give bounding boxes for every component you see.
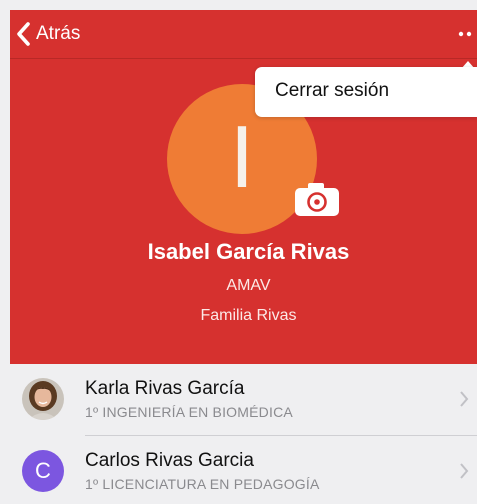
profile-header: Atrás I Isabel García Rivas AMAV Familia… — [10, 10, 477, 364]
list-item-karla[interactable]: Karla Rivas García 1º INGENIERÍA EN BIOM… — [10, 364, 477, 436]
child-name: Carlos Rivas Garcia — [85, 450, 254, 471]
logout-label: Cerrar sesión — [275, 80, 390, 101]
profile-organization: AMAV — [226, 277, 271, 294]
profile-family: Familia Rivas — [200, 307, 297, 324]
list-item-carlos[interactable]: C Carlos Rivas Garcia 1º LICENCIATURA EN… — [10, 436, 477, 504]
profile-name: Isabel García Rivas — [147, 239, 350, 264]
child-photo-avatar — [22, 378, 64, 420]
camera-icon[interactable] — [294, 181, 340, 217]
back-label: Atrás — [36, 23, 81, 44]
chevron-right-icon — [460, 391, 469, 407]
chevron-left-icon — [17, 22, 30, 46]
children-list: Karla Rivas García 1º INGENIERÍA EN BIOM… — [10, 364, 477, 504]
child-letter-avatar: C — [22, 450, 64, 492]
child-program: 1º INGENIERÍA EN BIOMÉDICA — [85, 404, 293, 420]
more-icon[interactable] — [457, 24, 473, 44]
chevron-right-icon — [460, 463, 469, 479]
logout-menu-item[interactable]: Cerrar sesión — [255, 67, 477, 117]
child-name: Karla Rivas García — [85, 378, 245, 399]
top-navigation-bar: Atrás — [10, 10, 477, 59]
back-button[interactable]: Atrás — [14, 21, 80, 47]
child-program: 1º LICENCIATURA EN PEDAGOGÍA — [85, 476, 320, 492]
